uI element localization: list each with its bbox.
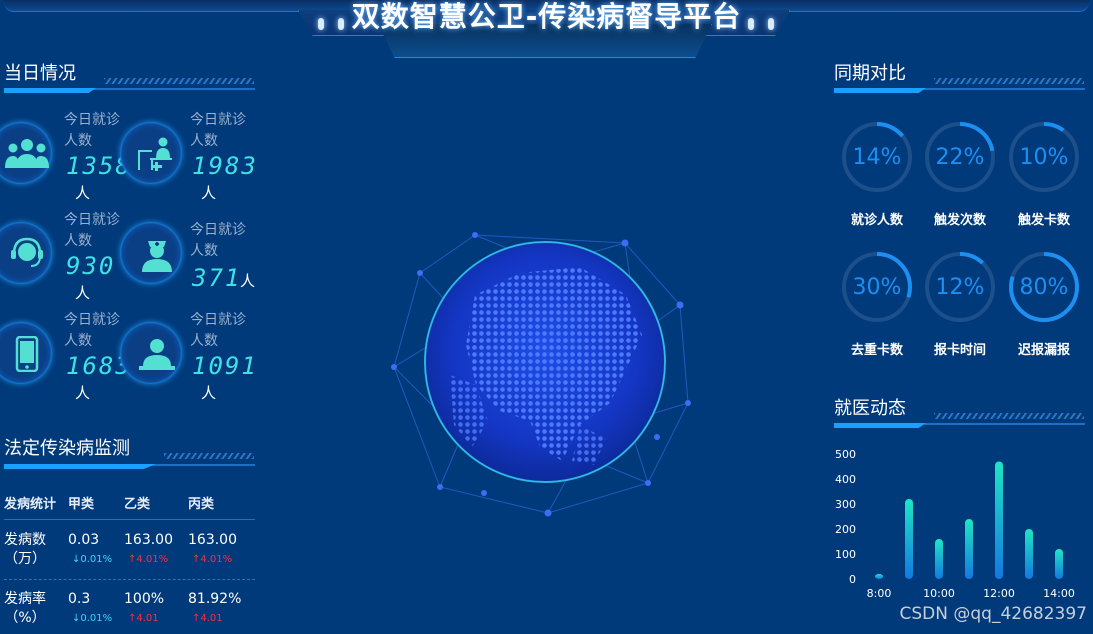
stat-value: 930 xyxy=(66,252,116,280)
row-label: 发病率 （%） xyxy=(4,591,46,626)
header: 双数智慧公卫-传染病督导平台 xyxy=(0,0,1093,60)
bar xyxy=(875,574,883,579)
change-indicator: ↑4.01 xyxy=(128,613,159,624)
ring-label: 触发次数 xyxy=(933,213,986,228)
table-cell: 163.00 xyxy=(188,532,237,548)
section-underline-accent xyxy=(4,464,156,469)
table-divider xyxy=(4,579,255,580)
row-label: 发病数 （万） xyxy=(4,532,46,567)
change-indicator: ↑4.01% xyxy=(192,554,233,565)
dynamics-bar-chart: 0 100 200 300 400 500 8:00 10:00 12:00 14:00 xyxy=(835,448,1075,600)
stat-phone-icon xyxy=(0,322,52,386)
compare-ring: 14% 就诊人数 xyxy=(841,121,921,231)
bar xyxy=(1055,549,1063,579)
compare-ring: 30% 去重卡数 xyxy=(841,251,921,361)
stat-label: 今日就诊人数 xyxy=(190,112,246,149)
compare-ring: 12% 报卡时间 xyxy=(924,251,1004,361)
watermark: CSDN @qq_42682397 xyxy=(899,604,1087,624)
section-underline-accent xyxy=(834,423,926,428)
section-hatch xyxy=(164,453,254,459)
ring-label: 就诊人数 xyxy=(850,213,903,228)
ring-label: 迟报漏报 xyxy=(1017,343,1070,358)
y-tick-label: 0 xyxy=(849,573,856,586)
stat-unit: 人 xyxy=(75,184,91,202)
ring-label: 报卡时间 xyxy=(933,343,986,358)
change-indicator: ↑4.01% xyxy=(128,554,169,565)
table-header: 丙类 xyxy=(188,497,215,512)
stat-unit: 人 xyxy=(240,272,256,290)
computer-user-icon xyxy=(139,339,175,370)
section-title-dynamics: 就医动态 xyxy=(834,398,906,419)
ring-value: 22% xyxy=(935,145,985,170)
headset-icon xyxy=(11,237,43,267)
section-hatch xyxy=(934,413,1084,419)
x-tick-label: 14:00 xyxy=(1043,587,1075,600)
table-cell: 163.00 xyxy=(124,532,173,548)
table-cell: 100% xyxy=(124,591,165,607)
section-underline-accent xyxy=(834,88,926,93)
section-title-today: 当日情况 xyxy=(4,63,76,84)
section-title-compare: 同期对比 xyxy=(834,63,906,84)
bar xyxy=(995,461,1003,579)
ring-value: 80% xyxy=(1019,275,1069,300)
stat-nurse-icon xyxy=(120,222,182,286)
phone-icon xyxy=(15,336,39,372)
ring-value: 14% xyxy=(852,145,902,170)
compare-ring: 10% 触发卡数 xyxy=(1008,121,1088,231)
bar xyxy=(905,499,913,579)
globe-graphic xyxy=(380,225,710,525)
stat-headset-icon xyxy=(0,222,52,286)
ring-label: 去重卡数 xyxy=(850,343,903,358)
bar xyxy=(935,539,943,579)
bar xyxy=(965,519,973,579)
change-indicator: ↓0.01% xyxy=(72,554,113,565)
section-underline-accent xyxy=(4,88,96,93)
change-indicator: ↑4.01 xyxy=(192,613,223,624)
ring-value: 10% xyxy=(1019,145,1069,170)
y-tick-label: 100 xyxy=(835,548,856,561)
section-hatch xyxy=(104,78,254,84)
y-tick-label: 200 xyxy=(835,523,856,536)
compare-ring: 80% 迟报漏报 xyxy=(1008,251,1088,361)
table-header: 甲类 xyxy=(68,497,95,512)
stat-label: 今日就诊人数 xyxy=(190,222,246,259)
change-indicator: ↓0.01% xyxy=(72,613,113,624)
doctor-teaching-icon xyxy=(138,137,172,171)
compare-ring: 22% 触发次数 xyxy=(924,121,1004,231)
globe-icon xyxy=(391,232,691,517)
stat-doctor-icon xyxy=(120,122,182,186)
ring-value: 30% xyxy=(852,275,902,300)
stat-value: 1091 xyxy=(192,352,258,380)
stat-unit: 人 xyxy=(75,284,91,302)
section-hatch xyxy=(934,78,1084,84)
stat-unit: 人 xyxy=(201,184,217,202)
y-tick-label: 300 xyxy=(835,498,856,511)
stat-unit: 人 xyxy=(75,384,91,402)
stat-value: 1983 xyxy=(192,152,258,180)
nurse-icon xyxy=(142,241,172,272)
ring-value: 12% xyxy=(935,275,985,300)
table-cell: 81.92% xyxy=(188,591,242,607)
section-title-disease: 法定传染病监测 xyxy=(4,438,130,459)
table-cell: 0.3 xyxy=(68,591,91,607)
stat-unit: 人 xyxy=(201,384,217,402)
x-tick-label: 8:00 xyxy=(867,587,892,600)
y-tick-label: 500 xyxy=(835,448,856,461)
table-cell: 0.03 xyxy=(68,532,100,548)
x-tick-label: 12:00 xyxy=(983,587,1015,600)
stat-users-icon xyxy=(0,122,52,186)
stat-computer-user-icon xyxy=(120,322,182,386)
ring-label: 触发卡数 xyxy=(1017,213,1070,228)
table-divider xyxy=(4,519,255,520)
bar xyxy=(1025,529,1033,579)
table-header: 乙类 xyxy=(124,497,151,512)
stat-value: 371 xyxy=(192,264,242,292)
stat-label: 今日就诊人数 xyxy=(190,312,246,349)
page-title: 双数智慧公卫-传染病督导平台 xyxy=(351,0,742,33)
users-icon xyxy=(5,139,49,168)
table-header: 发病统计 xyxy=(4,497,57,512)
y-tick-label: 400 xyxy=(835,473,856,486)
x-tick-label: 10:00 xyxy=(923,587,955,600)
